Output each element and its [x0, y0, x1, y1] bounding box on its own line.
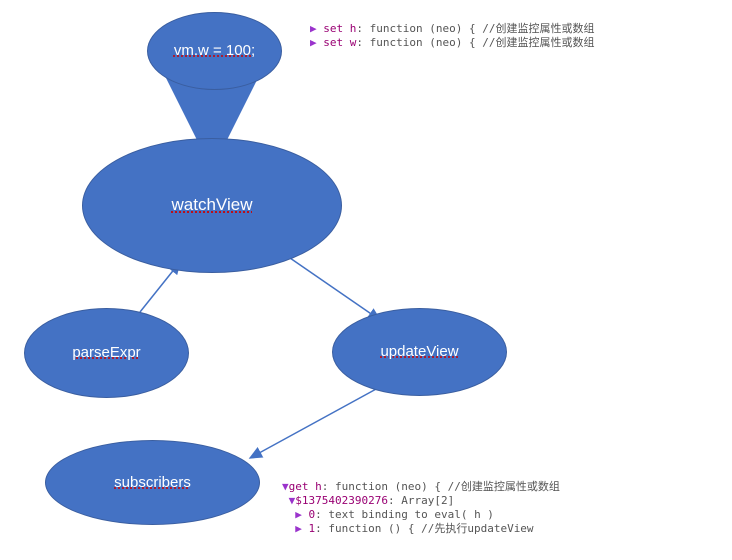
node-vmw-label: vm.w = 100; [168, 40, 261, 62]
node-updateview: updateView [332, 308, 507, 396]
arrow-updateview-to-subscribers [250, 388, 378, 458]
node-subscribers: subscribers [45, 440, 260, 525]
node-watchview-label: watchView [166, 193, 259, 217]
code-block-setters: ▶ set h: function (neo) { //创建监控属性或数组 ▶ … [310, 22, 594, 50]
node-vmw: vm.w = 100; [147, 12, 282, 90]
arrow-watchview-to-updateview [290, 258, 380, 320]
diagram-canvas: vm.w = 100; watchView parseExpr updateVi… [0, 0, 732, 560]
node-watchview: watchView [82, 138, 342, 273]
code-block-getters: ▼get h: function (neo) { //创建监控属性或数组 ▼$1… [282, 480, 560, 536]
node-parseexpr: parseExpr [24, 308, 189, 398]
node-subscribers-label: subscribers [108, 472, 197, 494]
node-parseexpr-label: parseExpr [66, 342, 146, 364]
node-updateview-label: updateView [374, 341, 464, 363]
